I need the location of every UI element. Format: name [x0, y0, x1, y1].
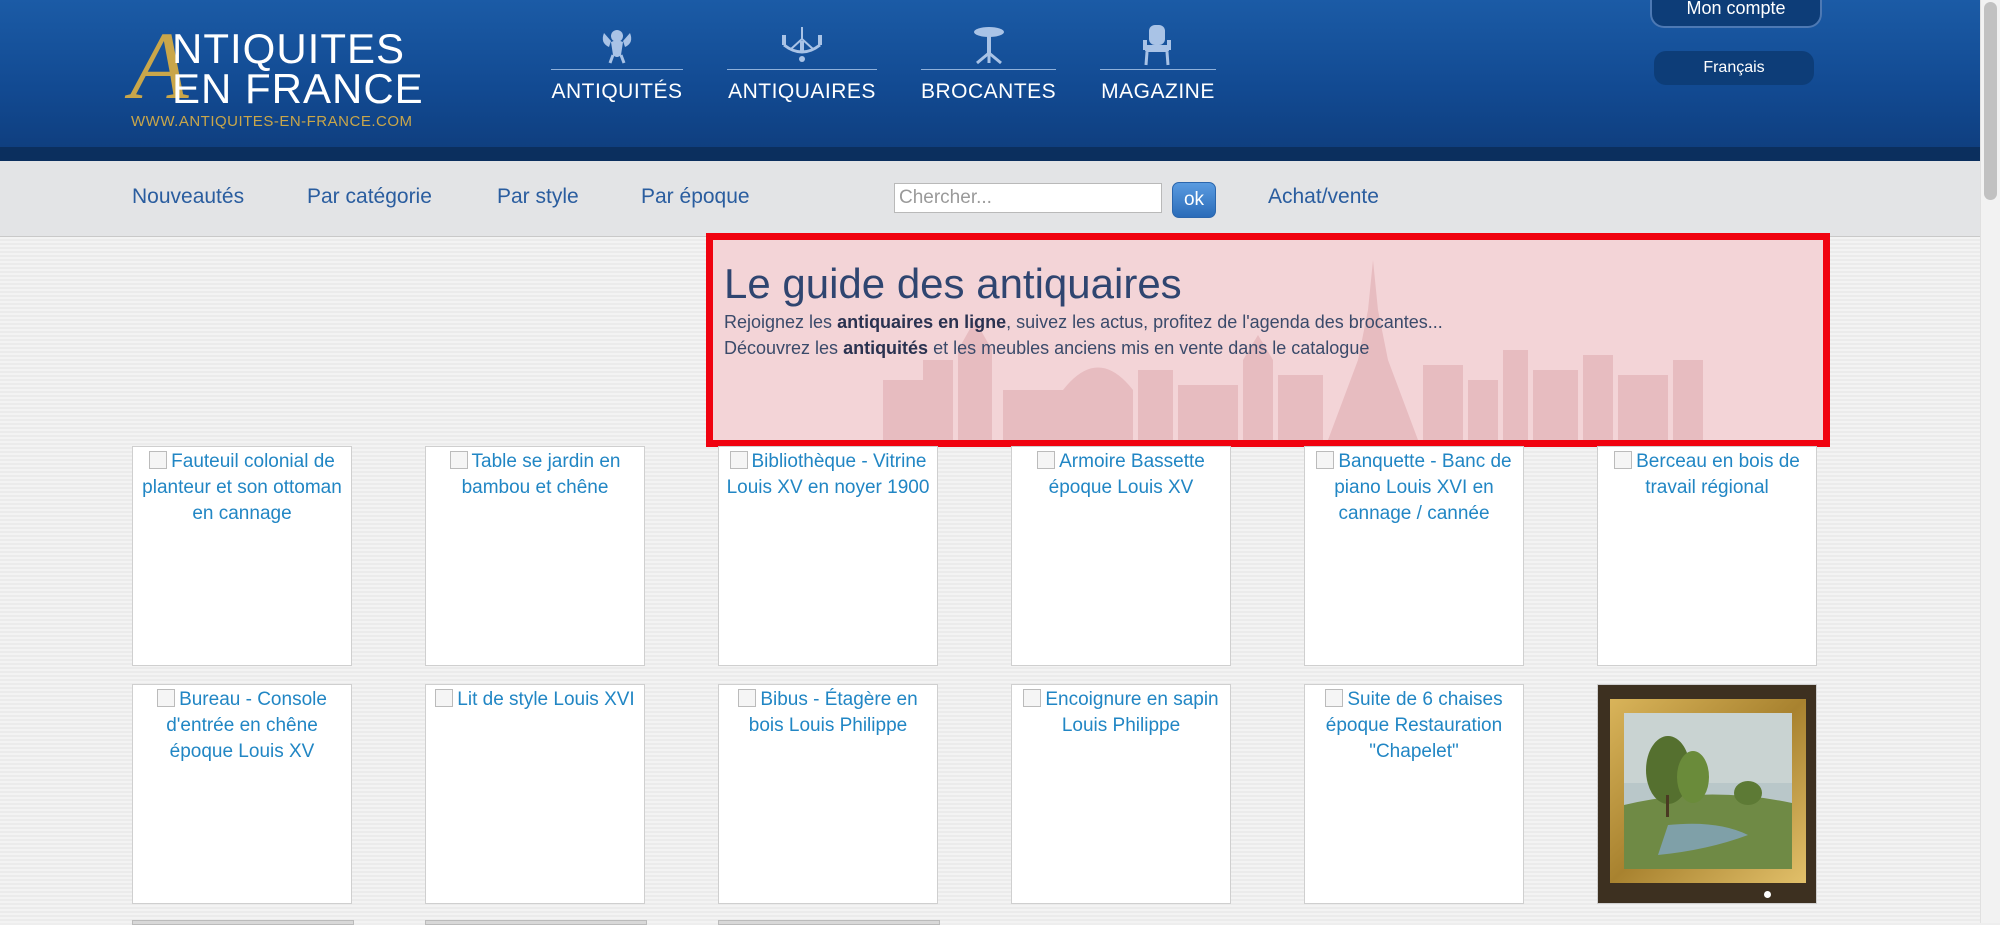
product-image-alt[interactable]: Suite de 6 chaises époque Restauration "… — [1305, 685, 1523, 765]
site-logo[interactable]: A NTIQUITES EN FRANCE WWW.ANTIQUITES-EN-… — [128, 18, 448, 132]
product-image-alt[interactable]: Encoignure en sapin Louis Philippe — [1012, 685, 1230, 739]
product-image-alt[interactable]: Lit de style Louis XVI — [426, 685, 644, 713]
subnav-par-categorie[interactable]: Par catégorie — [307, 185, 432, 209]
guide-link-antiquites[interactable]: antiquités — [843, 338, 928, 358]
product-image-alt[interactable]: Banquette - Banc de piano Louis XVI en c… — [1305, 447, 1523, 527]
guide-title: Le guide des antiquaires — [724, 260, 1182, 307]
product-image-alt[interactable]: Berceau en bois de travail régional — [1598, 447, 1816, 501]
nav-label: ANTIQUAIRES — [728, 80, 876, 103]
product-card[interactable]: Fauteuil colonial de planteur et son ott… — [132, 446, 352, 666]
product-image-alt[interactable]: Bureau - Console d'entrée en chêne époqu… — [133, 685, 351, 765]
product-card[interactable]: Lit de style Louis XVI — [425, 684, 645, 904]
nav-label: ANTIQUITÉS — [551, 80, 683, 103]
cherub-icon — [551, 22, 683, 68]
nav-divider — [727, 69, 877, 70]
product-image-alt[interactable]: Fauteuil colonial de planteur et son ott… — [133, 447, 351, 527]
guide-line-2-text-end: et les meubles anciens mis en vente dans… — [928, 338, 1370, 358]
scrollbar-thumb[interactable] — [1984, 2, 1997, 200]
carousel-dot[interactable] — [1764, 891, 1771, 898]
guide-line-1: Rejoignez les antiquaires en ligne, suiv… — [724, 312, 1443, 334]
guide-line-2: Découvrez les antiquités et les meubles … — [724, 338, 1369, 360]
search-input[interactable] — [894, 183, 1162, 213]
guide-banner: Le guide des antiquaires Rejoignez les a… — [706, 233, 1830, 447]
subnav-par-epoque[interactable]: Par époque — [641, 185, 750, 209]
logo-line-2: EN FRANCE — [172, 65, 424, 112]
chandelier-icon — [727, 22, 877, 68]
nav-label: MAGAZINE — [1101, 80, 1215, 103]
product-card[interactable]: Bibus - Étagère en bois Louis Philippe — [718, 684, 938, 904]
guide-line-2-text: Découvrez les — [724, 338, 844, 358]
product-card-painting[interactable] — [1597, 684, 1817, 904]
secondary-nav: Nouveautés Par catégorie Par style Par é… — [0, 161, 1980, 237]
product-card[interactable]: Bureau - Console d'entrée en chêne époqu… — [132, 684, 352, 904]
account-button[interactable]: Mon compte — [1650, 0, 1822, 28]
product-card[interactable]: Banquette - Banc de piano Louis XVI en c… — [1304, 446, 1524, 666]
armchair-icon — [1100, 22, 1216, 68]
nav-brocantes[interactable]: BROCANTES — [921, 22, 1056, 112]
nav-divider — [551, 69, 683, 70]
logo-line-1: NTIQUITES — [172, 25, 406, 72]
nav-antiquites[interactable]: ANTIQUITÉS — [551, 22, 683, 112]
product-card[interactable]: Armoire Bassette époque Louis XV — [1011, 446, 1231, 666]
nav-label: BROCANTES — [921, 80, 1057, 103]
nav-divider — [921, 69, 1056, 70]
search-button[interactable]: ok — [1172, 182, 1216, 218]
product-image-alt[interactable]: Bibliothèque - Vitrine Louis XV en noyer… — [719, 447, 937, 501]
product-image-alt[interactable]: Armoire Bassette époque Louis XV — [1012, 447, 1230, 501]
page-scrollbar[interactable] — [1980, 0, 2000, 923]
logo-url: WWW.ANTIQUITES-EN-FRANCE.COM — [131, 113, 413, 130]
product-image-alt[interactable]: Bibus - Étagère en bois Louis Philippe — [719, 685, 937, 739]
product-card[interactable]: Bibliothèque - Vitrine Louis XV en noyer… — [718, 446, 938, 666]
pedestal-table-icon — [921, 22, 1056, 68]
subnav-nouveautes[interactable]: Nouveautés — [132, 185, 244, 209]
nav-divider — [1100, 69, 1216, 70]
nav-magazine[interactable]: MAGAZINE — [1100, 22, 1216, 112]
product-card[interactable]: Table se jardin en bambou et chêne — [425, 446, 645, 666]
header-strip — [0, 147, 1980, 161]
product-card[interactable]: Encoignure en sapin Louis Philippe — [1011, 684, 1231, 904]
product-card[interactable]: Suite de 6 chaises époque Restauration "… — [1304, 684, 1524, 904]
product-card[interactable]: Berceau en bois de travail régional — [1597, 446, 1817, 666]
language-selector[interactable]: Français — [1654, 51, 1814, 85]
landscape-painting-image — [1598, 685, 1816, 903]
guide-link-antiquaires[interactable]: antiquaires en ligne — [837, 312, 1006, 332]
product-image-alt[interactable]: Table se jardin en bambou et chêne — [426, 447, 644, 501]
guide-line-1-text-end: , suivez les actus, profitez de l'agenda… — [1006, 312, 1443, 332]
subnav-par-style[interactable]: Par style — [497, 185, 579, 209]
guide-line-1-text: Rejoignez les — [724, 312, 838, 332]
site-header: A NTIQUITES EN FRANCE WWW.ANTIQUITES-EN-… — [0, 0, 1980, 147]
nav-antiquaires[interactable]: ANTIQUAIRES — [727, 22, 877, 112]
subnav-achat-vente[interactable]: Achat/vente — [1268, 185, 1379, 209]
